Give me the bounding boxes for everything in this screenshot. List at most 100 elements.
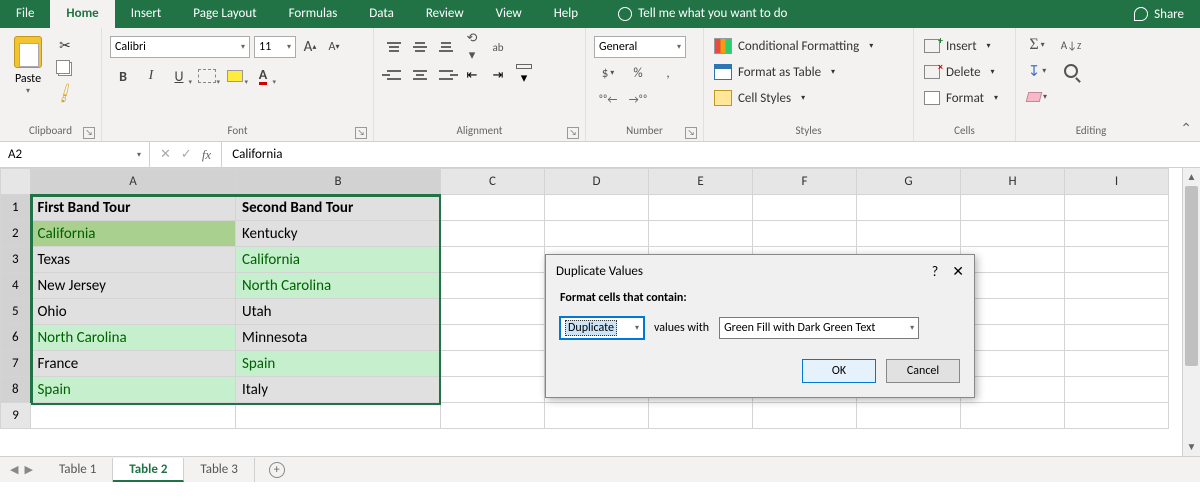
find-select-button[interactable] [1058,60,1084,82]
sheet-nav-next[interactable]: ▶ [24,463,32,476]
cell[interactable] [545,221,649,247]
cell[interactable] [441,377,545,403]
col-header-a[interactable]: A [31,169,236,195]
align-center-button[interactable] [408,64,432,86]
cell[interactable] [441,247,545,273]
cell[interactable] [961,377,1065,403]
sheet-tab-table1[interactable]: Table 1 [43,458,113,482]
align-top-button[interactable] [382,36,406,58]
cancel-button[interactable]: Cancel [886,359,960,383]
align-right-button[interactable] [434,64,458,86]
tab-review[interactable]: Review [410,0,480,28]
new-sheet-button[interactable]: + [265,458,289,482]
cell-a2[interactable]: California [31,221,236,247]
grow-font-button[interactable]: A▴ [300,36,320,58]
cell[interactable] [753,403,857,429]
decrease-indent-button[interactable]: ⇤ [460,64,484,86]
cell[interactable] [961,273,1065,299]
align-left-button[interactable] [382,64,406,86]
scrollbar-thumb[interactable] [1185,186,1198,366]
col-header-d[interactable]: D [545,169,649,195]
cell[interactable] [1065,351,1169,377]
cell[interactable] [441,221,545,247]
cell[interactable] [441,351,545,377]
cell-a6[interactable]: North Carolina [31,325,236,351]
cell[interactable] [1065,247,1169,273]
increase-indent-button[interactable]: ⇥ [486,64,510,86]
sheet-tab-table2[interactable]: Table 2 [113,458,184,482]
tab-data[interactable]: Data [353,0,410,28]
number-format-dropdown[interactable]: General▾ [594,36,686,58]
cell-b7[interactable]: Spain [236,351,441,377]
cell-a4[interactable]: New Jersey [31,273,236,299]
cell-b6[interactable]: Minnesota [236,325,441,351]
cell[interactable] [961,325,1065,351]
cell-a5[interactable]: Ohio [31,299,236,325]
merge-button[interactable]: ▾ [512,64,536,86]
cell[interactable] [1065,273,1169,299]
vertical-scrollbar[interactable]: ▲ ▼ [1182,168,1200,456]
tab-file[interactable]: File [0,0,50,28]
cell[interactable] [961,221,1065,247]
row-header-8[interactable]: 8 [1,377,31,403]
cell-styles-button[interactable]: Cell Styles▾ [714,86,873,110]
tab-home[interactable]: Home [50,0,114,28]
row-header-4[interactable]: 4 [1,273,31,299]
dialog-help-button[interactable]: ? [932,263,939,280]
cell[interactable] [961,351,1065,377]
format-painter-button[interactable]: 🖌 [53,81,78,106]
col-header-i[interactable]: I [1065,169,1169,195]
fx-icon[interactable]: fx [202,147,211,163]
cell[interactable] [1065,325,1169,351]
cell[interactable] [753,221,857,247]
row-header-9[interactable]: 9 [1,403,31,429]
italic-button[interactable]: I [138,64,164,88]
cell[interactable] [441,195,545,221]
cell-b8[interactable]: Italy [236,377,441,403]
enter-formula-button[interactable]: ✓ [181,147,192,162]
copy-button[interactable] [56,60,74,78]
format-as-table-button[interactable]: Format as Table▾ [714,60,873,84]
cell[interactable] [961,299,1065,325]
shrink-font-button[interactable]: A▾ [324,36,344,58]
insert-cells-button[interactable]: Insert▾ [924,34,998,58]
cell-a7[interactable]: France [31,351,236,377]
border-button[interactable]: ▾ [194,64,220,88]
cell[interactable] [1065,299,1169,325]
delete-cells-button[interactable]: Delete▾ [924,60,998,84]
cell[interactable] [857,221,961,247]
font-name-dropdown[interactable]: Calibri▾ [110,36,250,58]
row-header-3[interactable]: 3 [1,247,31,273]
cell-a3[interactable]: Texas [31,247,236,273]
cancel-formula-button[interactable]: ✕ [160,147,171,162]
duplicate-unique-dropdown[interactable]: Duplicate▾ [560,317,644,339]
scroll-up-button[interactable]: ▲ [1183,168,1200,186]
format-cells-button[interactable]: Format▾ [924,86,998,110]
cell[interactable] [545,195,649,221]
cell[interactable] [961,195,1065,221]
cell-a1[interactable]: First Band Tour [31,195,236,221]
alignment-dialog-launcher[interactable]: ↘ [567,127,579,139]
cell[interactable] [961,247,1065,273]
number-dialog-launcher[interactable]: ↘ [685,127,697,139]
autosum-button[interactable]: Σ▾ [1024,34,1050,56]
font-dialog-launcher[interactable]: ↘ [355,127,367,139]
bold-button[interactable]: B [110,64,136,88]
cell-a8[interactable]: Spain [31,377,236,403]
wrap-text-button[interactable]: ab [486,36,510,58]
row-header-6[interactable]: 6 [1,325,31,351]
share-button[interactable]: Share [1118,7,1200,22]
cell[interactable] [857,195,961,221]
cell[interactable] [441,299,545,325]
cell[interactable] [753,195,857,221]
cell[interactable] [545,403,649,429]
decrease-decimal-button[interactable]: →⁰⁰ [624,88,652,110]
row-header-5[interactable]: 5 [1,299,31,325]
tab-help[interactable]: Help [538,0,594,28]
cell-b4[interactable]: North Carolina [236,273,441,299]
cell-b1[interactable]: Second Band Tour [236,195,441,221]
cell[interactable] [1065,195,1169,221]
align-middle-button[interactable] [408,36,432,58]
tab-formulas[interactable]: Formulas [273,0,354,28]
cell[interactable] [236,403,441,429]
